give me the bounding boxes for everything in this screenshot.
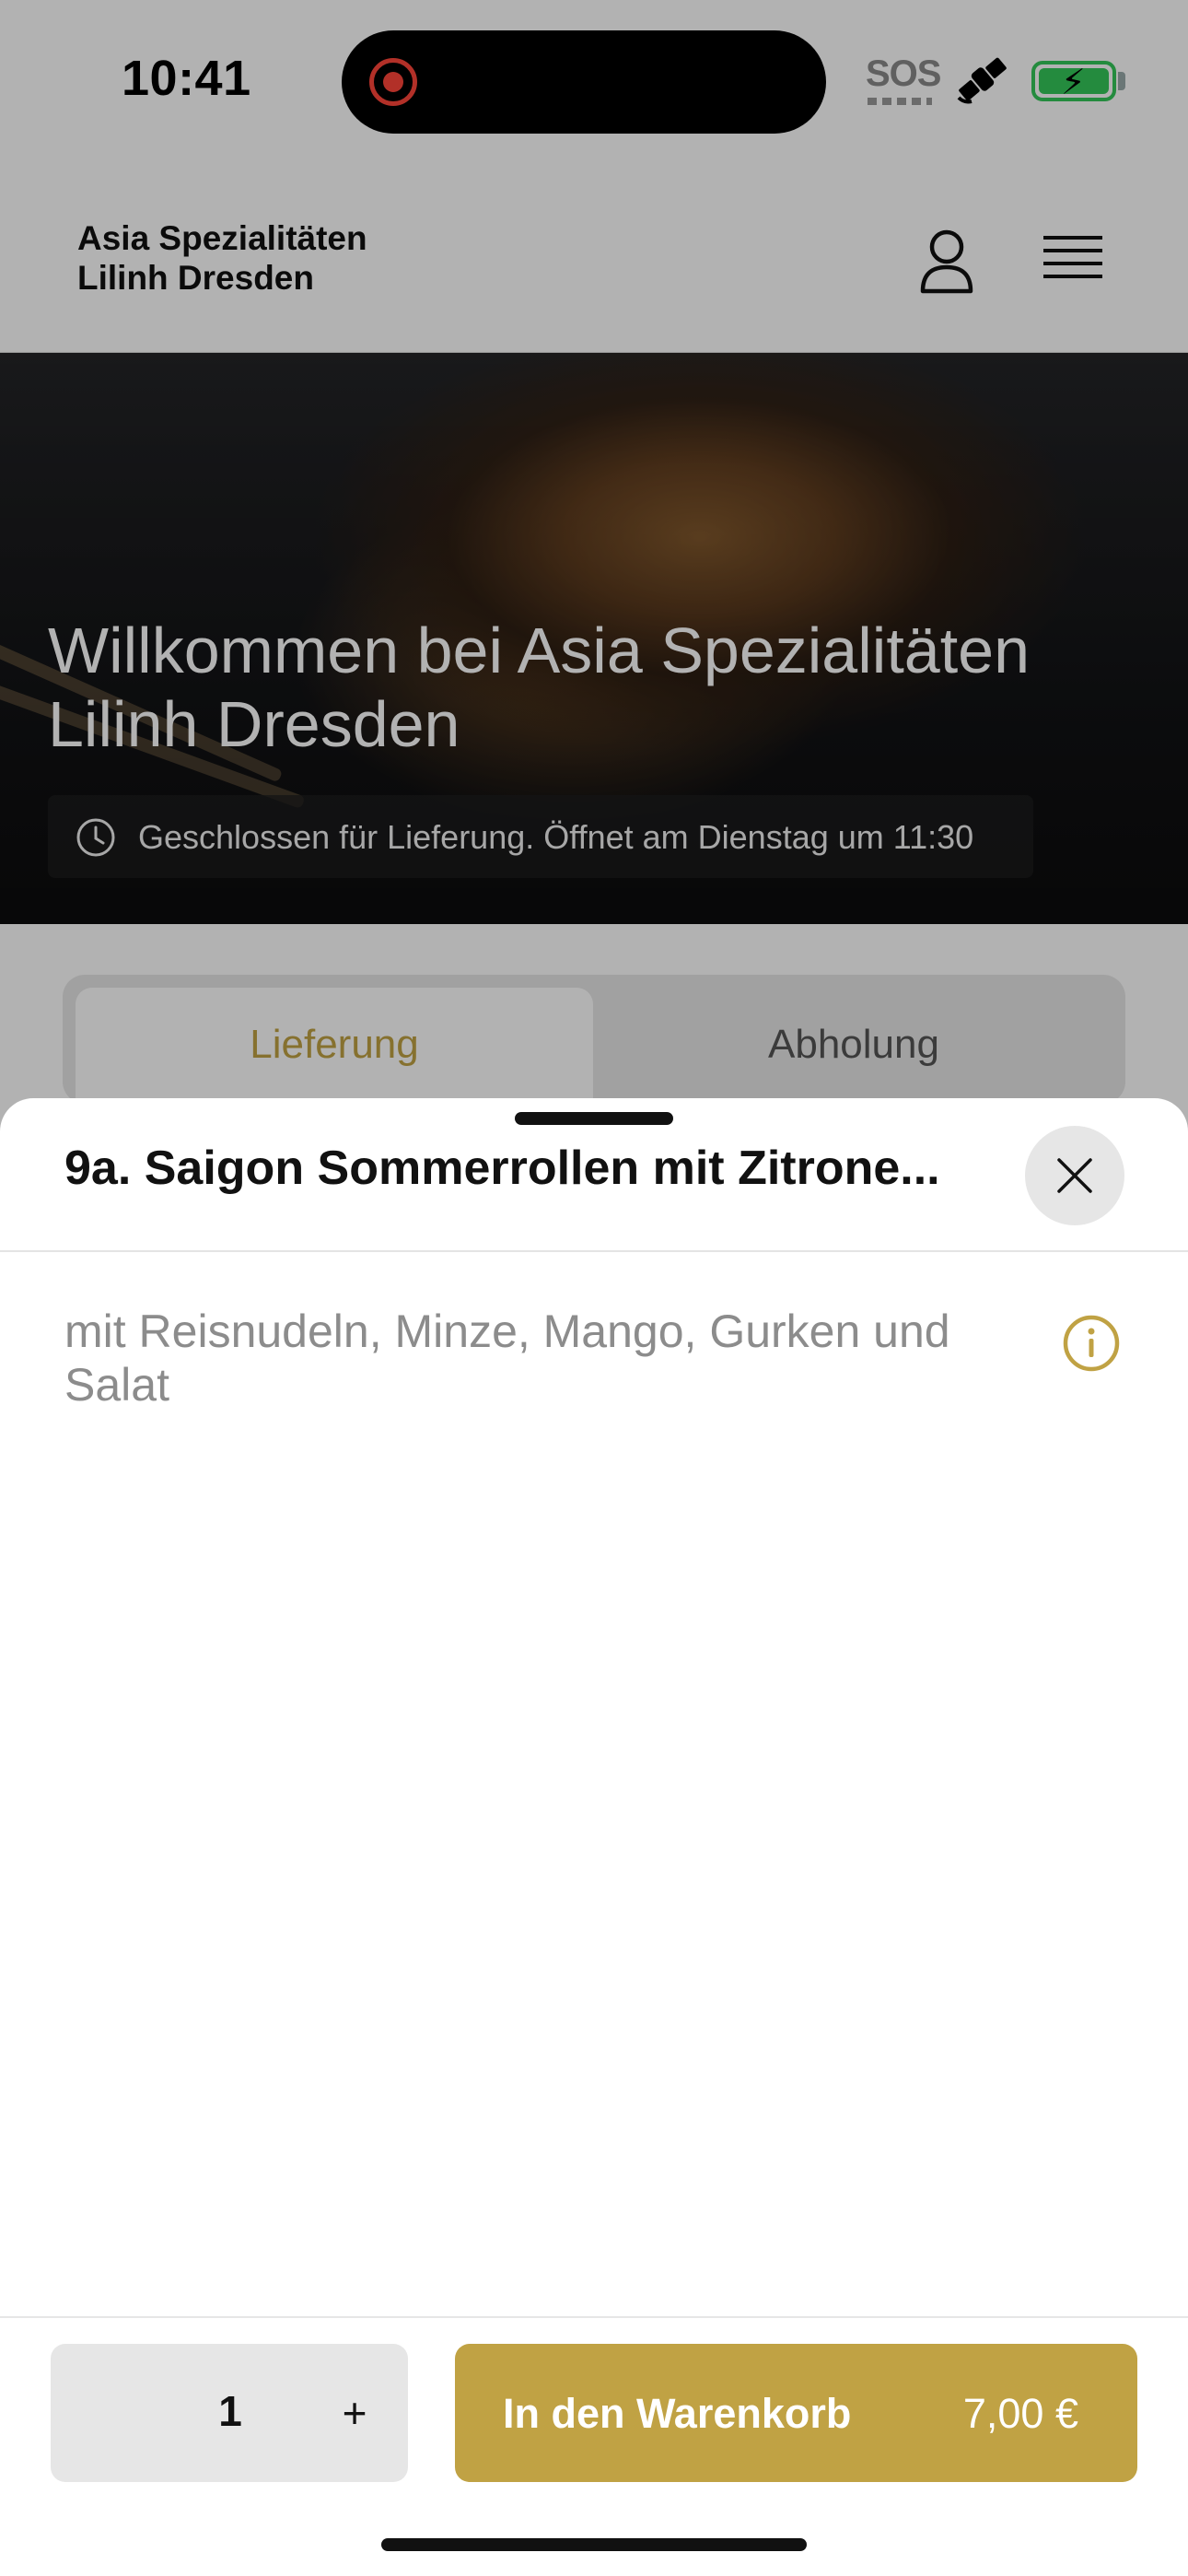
close-button[interactable]	[1025, 1126, 1124, 1225]
quantity-value: 1	[218, 2387, 242, 2435]
close-icon	[1057, 1158, 1092, 1193]
plus-icon[interactable]: +	[327, 2381, 382, 2445]
price-label: 7,00 €	[962, 2390, 1078, 2437]
product-detail-sheet: 9a. Saigon Sommerrollen mit Zitrone... m…	[0, 1098, 1188, 2576]
info-icon[interactable]	[1062, 1314, 1121, 1373]
add-to-cart-button[interactable]: In den Warenkorb 7,00 €	[455, 2344, 1137, 2482]
add-to-cart-label: In den Warenkorb	[503, 2390, 852, 2437]
sheet-grabber[interactable]	[515, 1112, 673, 1125]
product-title: 9a. Saigon Sommerrollen mit Zitrone...	[64, 1142, 940, 1195]
home-indicator[interactable]	[381, 2538, 807, 2551]
quantity-stepper: 1 +	[51, 2344, 408, 2482]
divider	[0, 1250, 1188, 1252]
footer-divider	[0, 2316, 1188, 2318]
product-description: mit Reisnudeln, Minze, Mango, Gurken und…	[64, 1306, 950, 1411]
